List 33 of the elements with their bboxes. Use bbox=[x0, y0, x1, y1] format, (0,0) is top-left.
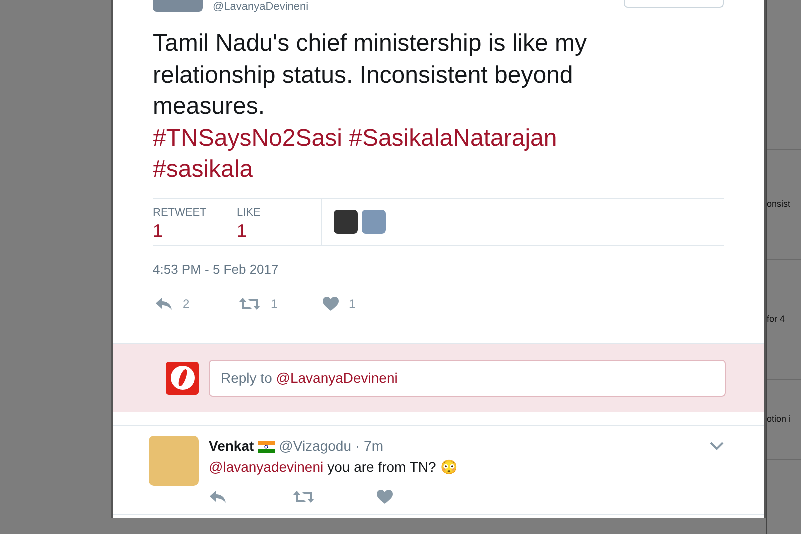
timestamp: 4:53 PM - 5 Feb 2017 bbox=[153, 260, 280, 278]
background-text: for 4 bbox=[767, 312, 786, 326]
flag-icon bbox=[258, 440, 276, 452]
reply-icon bbox=[209, 490, 227, 504]
heart-icon bbox=[323, 297, 339, 311]
action-count: 1 bbox=[271, 296, 278, 313]
reply-input-field[interactable]: Reply to @LavanyaDevineni bbox=[209, 360, 726, 396]
hashtag-link[interactable]: #sasikala bbox=[153, 156, 254, 183]
heart-icon bbox=[377, 490, 393, 504]
action-count: 1 bbox=[349, 296, 356, 313]
stat-count[interactable]: 1 bbox=[237, 218, 321, 242]
timestamp: · 7m bbox=[355, 437, 384, 456]
user-handle[interactable]: @Vizagodu bbox=[279, 436, 352, 457]
action-count: 2 bbox=[183, 296, 190, 313]
stat-label: LIKE bbox=[237, 206, 262, 218]
retweet-icon bbox=[239, 297, 261, 311]
user-name[interactable]: Venkat bbox=[209, 436, 254, 457]
retweet-icon bbox=[293, 490, 315, 504]
hashtag-link[interactable]: #TNSaysNo2Sasi bbox=[153, 124, 342, 152]
background-text: onsist bbox=[767, 198, 791, 211]
stat-count[interactable]: 1 bbox=[153, 218, 237, 242]
reply-placeholder: Reply to @LavanyaDevineni bbox=[221, 368, 398, 388]
reply-icon bbox=[155, 297, 173, 311]
tweet-text: Tamil Nadu's chief ministership is like my relationship status. Inconsistent beyond measures. #TNSaysNo2Sasi #SasikalaNatarajan #sasikala bbox=[152, 29, 588, 185]
emoji: 😳 bbox=[440, 458, 458, 477]
background-text: otion i bbox=[767, 412, 792, 426]
user-handle: @LavanyaDevineni bbox=[213, 1, 309, 13]
stat-label: RETWEET bbox=[153, 206, 208, 218]
reply-text: you are from TN? bbox=[328, 458, 436, 477]
mention-link[interactable]: @lavanyadevineni bbox=[209, 457, 324, 478]
avatar-logo-icon bbox=[166, 362, 199, 394]
hashtag-link[interactable]: #SasikalaNatarajan bbox=[349, 124, 558, 152]
chevron-icon[interactable] bbox=[710, 442, 724, 451]
